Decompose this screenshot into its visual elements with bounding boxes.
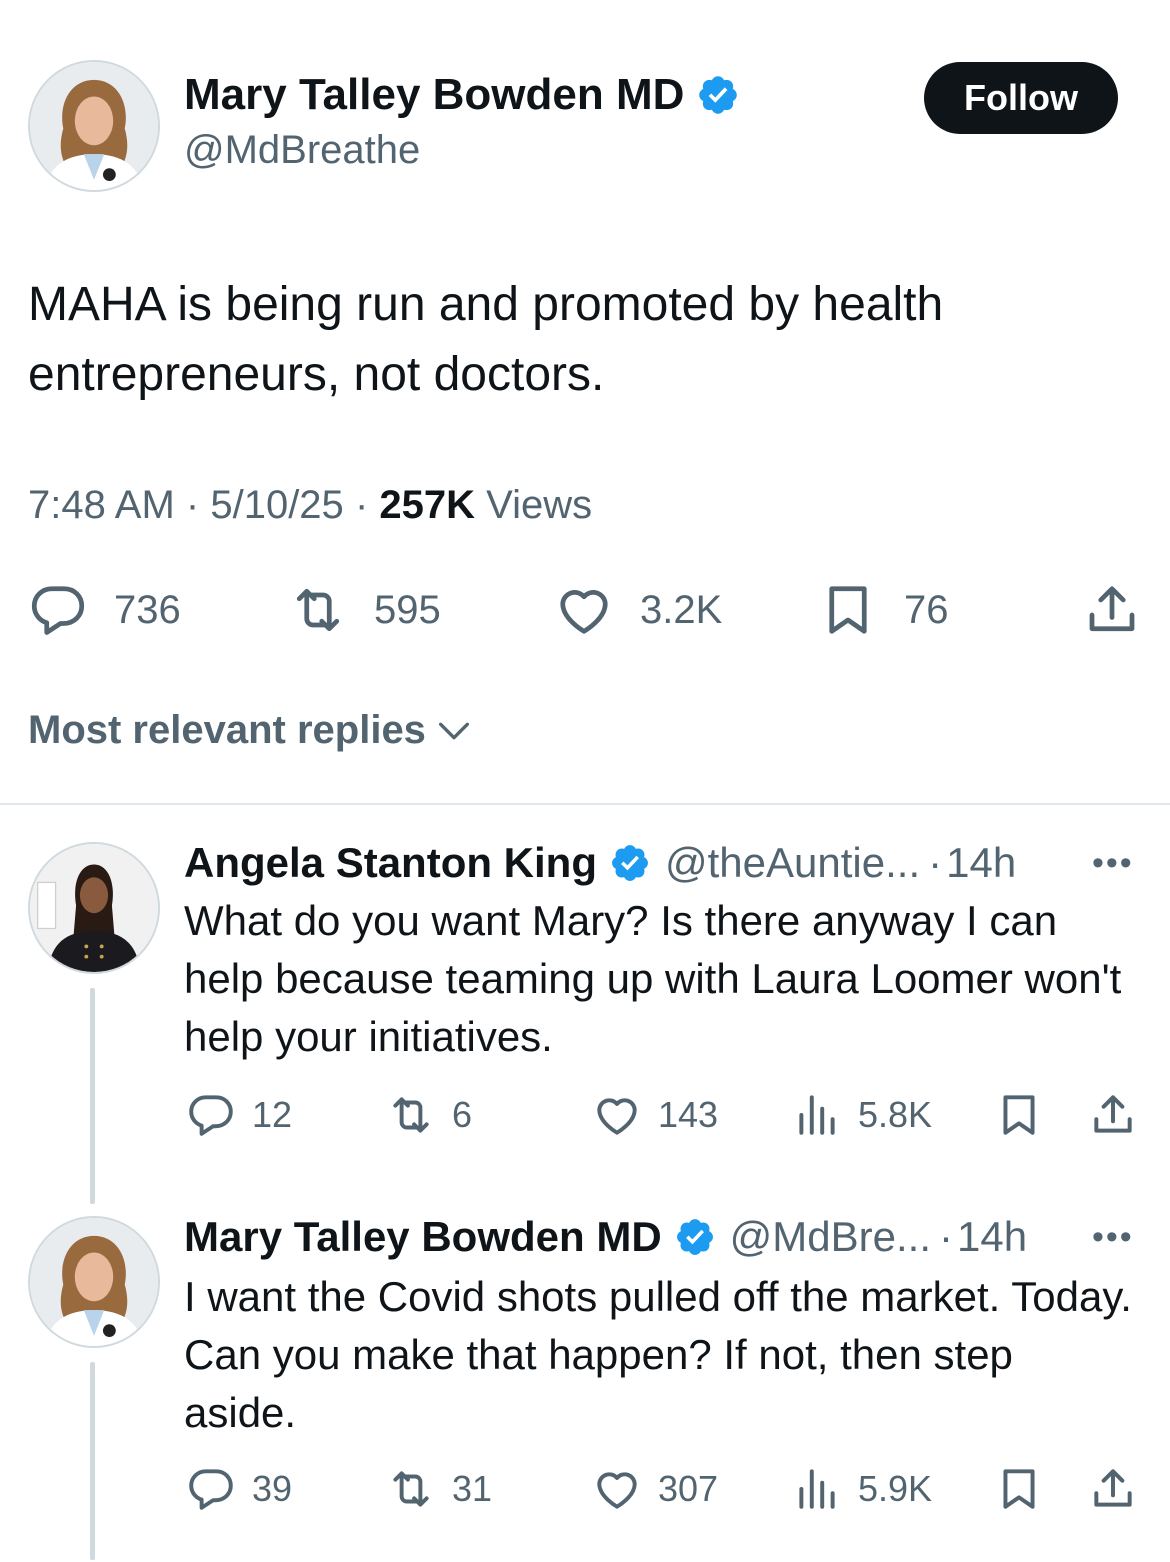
meta-separator: · bbox=[928, 839, 943, 886]
post-time[interactable]: 7:48 AM bbox=[28, 483, 175, 527]
repost-icon bbox=[386, 1090, 436, 1140]
bookmark-icon bbox=[994, 1464, 1044, 1514]
like-count: 143 bbox=[658, 1094, 719, 1135]
reply-avatar-image bbox=[30, 844, 158, 972]
verified-badge-icon bbox=[696, 73, 740, 117]
repost-count: 595 bbox=[374, 587, 441, 632]
like-button[interactable]: 143 bbox=[592, 1090, 718, 1140]
reply-header: Mary Talley Bowden MD @MdBre... · 14h bbox=[184, 1210, 1027, 1264]
views-count: 257K bbox=[379, 483, 476, 527]
more-icon[interactable]: ••• bbox=[1092, 844, 1134, 883]
bookmark-count: 76 bbox=[904, 587, 949, 632]
author-name-text: Mary Talley Bowden MD bbox=[184, 70, 685, 119]
like-icon bbox=[592, 1464, 642, 1514]
reply-icon bbox=[186, 1090, 236, 1140]
views-button[interactable]: 5.9K bbox=[792, 1464, 932, 1514]
views-icon bbox=[792, 1090, 842, 1140]
reply-icon bbox=[28, 580, 88, 640]
repost-icon bbox=[288, 580, 348, 640]
thread-line bbox=[90, 1362, 95, 1560]
like-count: 3.2K bbox=[640, 587, 723, 632]
verified-badge-icon bbox=[609, 842, 651, 884]
share-button[interactable] bbox=[1082, 582, 1168, 638]
bookmark-button[interactable]: 76 bbox=[818, 582, 949, 638]
chevron-down-icon bbox=[434, 711, 474, 751]
reply-count: 39 bbox=[252, 1468, 293, 1509]
reply-time[interactable]: 14h bbox=[957, 1213, 1027, 1261]
views-count: 5.8K bbox=[858, 1094, 933, 1135]
like-button[interactable]: 3.2K bbox=[554, 582, 722, 638]
reply-avatar-image bbox=[30, 1218, 158, 1346]
reply-author-name[interactable]: Angela Stanton King bbox=[184, 839, 597, 887]
avatar[interactable] bbox=[28, 60, 160, 192]
like-icon bbox=[554, 580, 614, 640]
share-icon bbox=[1082, 580, 1142, 640]
views-count: 5.9K bbox=[858, 1468, 933, 1509]
views-label: Views bbox=[486, 483, 593, 527]
author-handle[interactable]: @MdBreathe bbox=[184, 128, 420, 173]
reply-button[interactable]: 39 bbox=[186, 1464, 292, 1514]
reply-button[interactable]: 12 bbox=[186, 1090, 292, 1140]
follow-button[interactable]: Follow bbox=[924, 62, 1118, 134]
reply-author-name[interactable]: Mary Talley Bowden MD bbox=[184, 1213, 662, 1261]
repost-count: 6 bbox=[452, 1094, 473, 1135]
bookmark-button[interactable] bbox=[994, 1464, 1060, 1514]
divider bbox=[0, 803, 1170, 805]
meta-separator: · bbox=[185, 483, 200, 527]
author-name[interactable]: Mary Talley Bowden MD bbox=[184, 70, 740, 120]
reply-text: What do you want Mary? Is there anyway I… bbox=[184, 897, 1122, 1060]
more-icon[interactable]: ••• bbox=[1092, 1218, 1134, 1257]
post-date[interactable]: 5/10/25 bbox=[210, 483, 343, 527]
reply-count: 12 bbox=[252, 1094, 293, 1135]
thread-line bbox=[90, 988, 95, 1204]
views-icon bbox=[792, 1464, 842, 1514]
reply-handle[interactable]: @MdBre... bbox=[730, 1213, 931, 1261]
repost-button[interactable]: 595 bbox=[288, 582, 441, 638]
bookmark-icon bbox=[818, 580, 878, 640]
reply-sort-dropdown[interactable]: Most relevant replies bbox=[28, 708, 474, 753]
bookmark-button[interactable] bbox=[994, 1090, 1060, 1140]
verified-badge-icon bbox=[674, 1216, 716, 1258]
reply-icon bbox=[186, 1464, 236, 1514]
reply-sort-label: Most relevant replies bbox=[28, 708, 426, 752]
bookmark-icon bbox=[994, 1090, 1044, 1140]
repost-icon bbox=[386, 1464, 436, 1514]
reply-time[interactable]: 14h bbox=[946, 839, 1016, 887]
author-avatar-image bbox=[30, 62, 158, 190]
share-icon bbox=[1088, 1090, 1138, 1140]
reply-header: Angela Stanton King @theAuntie... · 14h bbox=[184, 836, 1016, 890]
like-count: 307 bbox=[658, 1468, 719, 1509]
views-button[interactable]: 5.8K bbox=[792, 1090, 932, 1140]
like-button[interactable]: 307 bbox=[592, 1464, 718, 1514]
share-button[interactable] bbox=[1088, 1090, 1154, 1140]
post-text: MAHA is being run and promoted by health… bbox=[28, 278, 944, 401]
reply-button[interactable]: 736 bbox=[28, 582, 181, 638]
avatar[interactable] bbox=[28, 842, 160, 974]
avatar[interactable] bbox=[28, 1216, 160, 1348]
reply-text: I want the Covid shots pulled off the ma… bbox=[184, 1273, 1132, 1436]
reply-count: 736 bbox=[114, 587, 181, 632]
meta-separator: · bbox=[939, 1213, 954, 1260]
meta-separator: · bbox=[354, 483, 369, 527]
like-icon bbox=[592, 1090, 642, 1140]
repost-count: 31 bbox=[452, 1468, 493, 1509]
repost-button[interactable]: 31 bbox=[386, 1464, 492, 1514]
reply-handle[interactable]: @theAuntie... bbox=[665, 839, 920, 887]
share-button[interactable] bbox=[1088, 1464, 1154, 1514]
post-meta: 7:48 AM · 5/10/25 · 257K Views bbox=[28, 483, 592, 528]
repost-button[interactable]: 6 bbox=[386, 1090, 472, 1140]
share-icon bbox=[1088, 1464, 1138, 1514]
